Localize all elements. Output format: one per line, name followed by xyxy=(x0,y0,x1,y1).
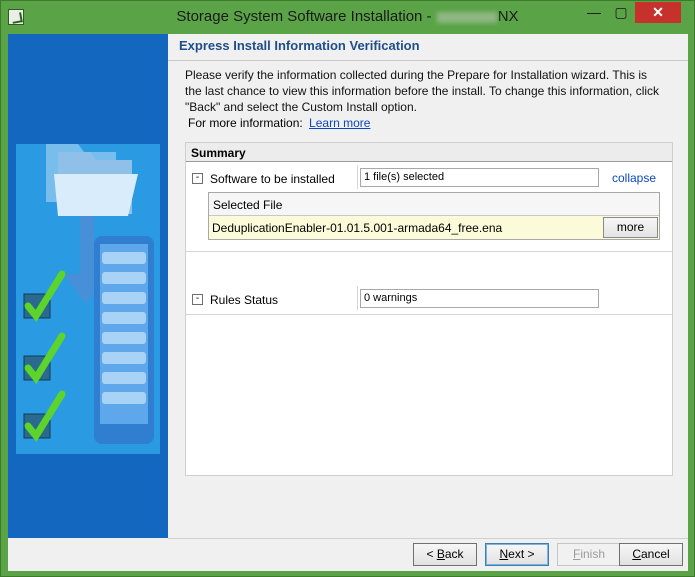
minimize-button[interactable]: — xyxy=(581,2,607,23)
finish-label-rest: inish xyxy=(580,547,606,561)
summary-header: Summary xyxy=(186,143,672,162)
more-information: For more information: Learn more xyxy=(188,116,370,130)
selected-file-header: Selected File xyxy=(209,193,659,216)
software-collapse-toggle[interactable]: - xyxy=(192,173,203,184)
rules-collapse-toggle[interactable]: - xyxy=(192,294,203,305)
next-button[interactable]: Next > xyxy=(485,543,549,566)
cancel-label-rest: ancel xyxy=(640,547,670,561)
maximize-button[interactable]: ▢ xyxy=(608,2,634,23)
window-title-prefix: Storage System Software Installation - xyxy=(176,8,436,25)
column-divider xyxy=(357,165,358,189)
server-icon xyxy=(94,236,154,444)
software-label: Software to be installed xyxy=(210,172,335,186)
finish-button[interactable]: Finish xyxy=(557,543,621,566)
folder-icon xyxy=(54,152,138,216)
learn-more-link[interactable]: Learn more xyxy=(309,116,370,130)
table-row[interactable]: DeduplicationEnabler-01.01.5.001-armada6… xyxy=(209,216,659,239)
selected-file-table: Selected File DeduplicationEnabler-01.01… xyxy=(208,192,660,240)
next-label-rest: ext > xyxy=(508,547,535,561)
software-value-field: 1 file(s) selected xyxy=(360,168,599,187)
page-description: Please verify the information collected … xyxy=(185,68,660,114)
selected-file-name: DeduplicationEnabler-01.01.5.001-armada6… xyxy=(212,221,503,235)
button-row-divider xyxy=(168,538,688,539)
row-divider xyxy=(186,251,672,252)
collapse-link[interactable]: collapse xyxy=(612,171,656,185)
redacted-name xyxy=(436,11,497,23)
checkbox-checked-icon xyxy=(23,270,66,323)
install-illustration xyxy=(16,144,160,454)
back-label-rest: ack xyxy=(444,547,464,561)
heading-divider xyxy=(168,60,688,61)
more-info-label: For more information: xyxy=(188,116,303,130)
checkbox-checked-icon xyxy=(23,390,66,443)
rules-status-label: Rules Status xyxy=(210,293,279,307)
side-banner xyxy=(8,34,168,538)
installer-window: Storage System Software Installation - N… xyxy=(0,0,695,577)
back-label: < xyxy=(426,547,437,561)
back-accelerator: B xyxy=(436,547,445,561)
summary-panel: Summary - Software to be installed 1 fil… xyxy=(185,142,673,476)
back-button[interactable]: < Back xyxy=(413,543,477,566)
wizard-client-area: Express Install Information Verification… xyxy=(8,34,688,571)
title-bar[interactable]: Storage System Software Installation - N… xyxy=(1,1,694,34)
more-button[interactable]: more xyxy=(603,217,658,238)
page-heading: Express Install Information Verification xyxy=(179,38,420,53)
folder-server-illustration xyxy=(23,144,154,444)
close-button[interactable]: ✕ xyxy=(635,2,681,23)
column-divider xyxy=(357,286,358,310)
rules-status-value-field: 0 warnings xyxy=(360,289,599,308)
row-divider xyxy=(186,314,672,315)
window-title-suffix: NX xyxy=(497,8,519,25)
next-accelerator: N xyxy=(499,547,509,561)
checkbox-checked-icon xyxy=(23,332,66,385)
cancel-button[interactable]: Cancel xyxy=(619,543,683,566)
cancel-accelerator: C xyxy=(632,547,641,561)
